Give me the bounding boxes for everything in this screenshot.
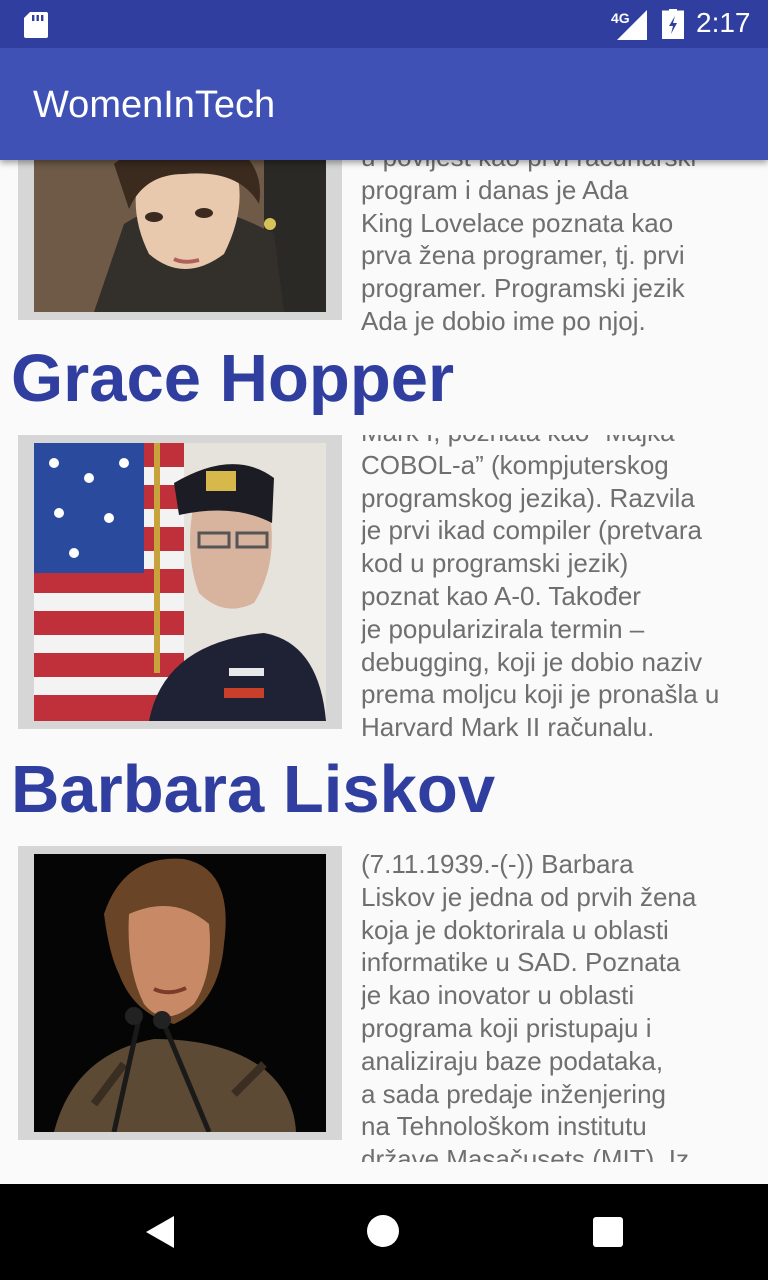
bio-line: Liskov je jedna od prvih žena <box>361 881 697 912</box>
bio-line: kod u programski jezik) <box>361 548 629 579</box>
home-icon[interactable] <box>366 1214 400 1248</box>
bio-line: debugging, koji je dobio naziv <box>361 646 703 677</box>
battery-charging-icon <box>662 9 684 39</box>
photo-frame-grace-hopper <box>18 435 342 729</box>
bio-line: prema moljcu koji je pronašla u <box>361 679 720 710</box>
bio-line: je prvi ikad compiler (pretvara <box>361 515 703 546</box>
bio-line: programskog jezika). Razvila <box>361 482 695 513</box>
bio-line: program i danas je Ada <box>361 174 629 205</box>
clock: 2:17 <box>696 7 751 38</box>
barbara-liskov-portrait <box>34 854 326 1132</box>
bio-line: programer. Programski jezik <box>361 273 685 304</box>
signal-icon <box>617 10 647 40</box>
grace-hopper-portrait <box>34 443 326 721</box>
status-bar: 4G 2:17 <box>0 0 768 48</box>
bio-line: (7.11.1939.-(-)) Barbara <box>361 849 634 879</box>
bio-grace-hopper: Mark I, poznata kao “Majka COBOL-a” (kom… <box>361 435 756 755</box>
bio-line: programa koji pristupaju i <box>361 1012 652 1043</box>
bio-ada: u povijest kao prvi računarski program i… <box>361 160 756 340</box>
bio-barbara-liskov: (7.11.1939.-(-)) Barbara Liskov je jedna… <box>361 846 756 1162</box>
bio-line: informatike u SAD. Poznata <box>361 947 681 978</box>
bio-line: prva žena programer, tj. prvi <box>361 240 685 271</box>
bio-line: koja je doktorirala u oblasti <box>361 914 669 945</box>
heading-grace-hopper: Grace Hopper <box>11 341 455 416</box>
bio-line: u povijest kao prvi računarski <box>361 160 756 174</box>
bio-line: COBOL-a” (kompjuterskog <box>361 449 669 480</box>
content-scroll[interactable]: u povijest kao prvi računarski program i… <box>0 160 768 1184</box>
bio-line: Mark I, poznata kao “Majka <box>361 435 756 449</box>
sd-card-icon <box>24 12 48 38</box>
back-icon[interactable] <box>144 1215 176 1249</box>
app-title: WomenInTech <box>33 84 276 126</box>
bio-line: analiziraju baze podataka, <box>361 1045 664 1076</box>
bio-line: je kao inovator u oblasti <box>361 980 635 1011</box>
bio-line: je popularizirala termin – <box>361 613 645 644</box>
ada-lovelace-portrait <box>34 160 326 312</box>
bio-line: poznat kao A-0. Također <box>361 580 641 611</box>
bio-line: Harvard Mark II računalu. <box>361 712 655 743</box>
bio-line: države Masačusets (MIT). Iz <box>361 1144 689 1162</box>
app-bar: WomenInTech <box>0 48 768 160</box>
bio-line: Ada je dobio ime po njoj. <box>361 305 646 336</box>
photo-frame-barbara-liskov <box>18 846 342 1140</box>
recents-icon[interactable] <box>592 1216 624 1248</box>
bio-line: King Lovelace poznata kao <box>361 207 674 238</box>
bio-line: na Tehnološkom institutu <box>361 1111 647 1142</box>
heading-barbara-liskov: Barbara Liskov <box>11 752 496 827</box>
bio-line: a sada predaje inženjering <box>361 1078 666 1109</box>
photo-frame-ada <box>18 160 342 320</box>
